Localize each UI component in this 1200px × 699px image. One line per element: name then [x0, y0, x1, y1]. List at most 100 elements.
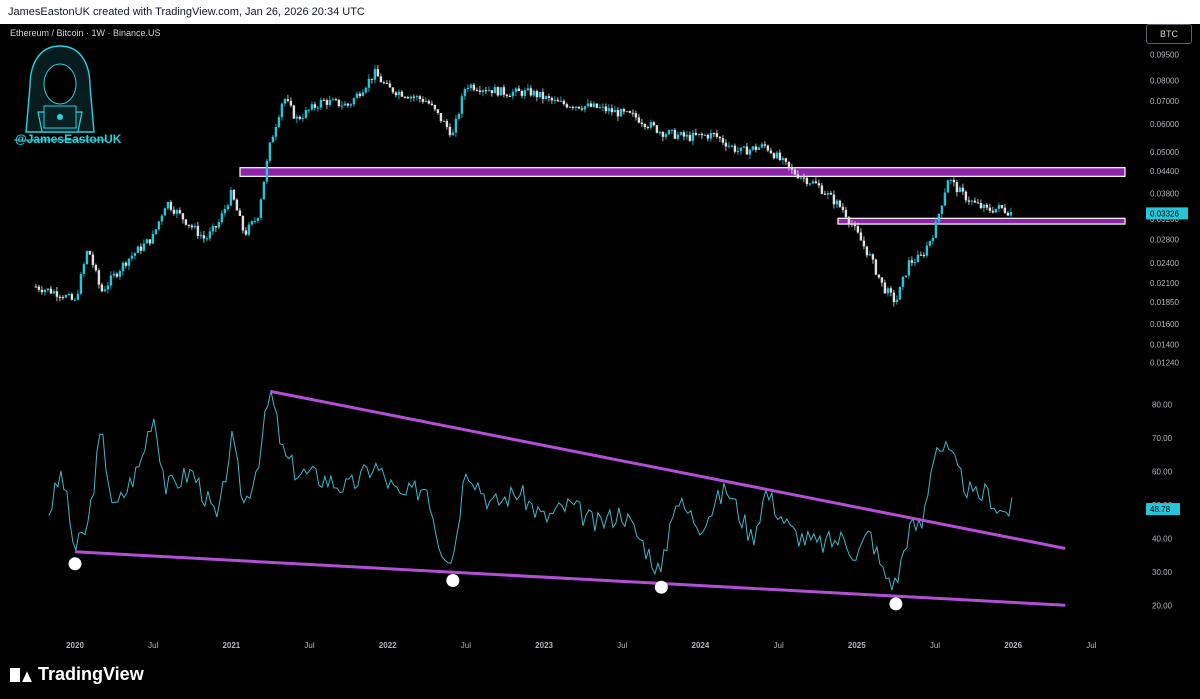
candle-body: [928, 240, 932, 246]
candle-body: [136, 246, 140, 254]
candle-body: [709, 133, 713, 139]
candle-body: [97, 270, 101, 285]
resistance-zone: [837, 217, 1126, 225]
candle-body: [415, 96, 419, 98]
candle-body: [568, 106, 572, 108]
candle-body: [982, 204, 986, 209]
candle-body: [841, 206, 845, 210]
candle-body: [64, 295, 68, 298]
time-axis-label: 2021: [222, 641, 240, 650]
candle-body: [403, 96, 407, 98]
candle-body: [565, 104, 569, 108]
candle-body: [967, 200, 971, 202]
candle-body: [445, 120, 449, 127]
candle-body: [817, 183, 821, 186]
candle-body: [457, 113, 461, 119]
candle-body: [499, 87, 503, 96]
candle-body: [469, 84, 473, 88]
candle-body: [118, 271, 122, 277]
candle-body: [61, 297, 65, 299]
time-axis-label: Jul: [930, 641, 940, 650]
candle-body: [406, 97, 410, 99]
rsi-trendline: [270, 389, 1066, 550]
candle-body: [337, 99, 341, 106]
candle-body: [523, 90, 527, 96]
candle-body: [595, 103, 599, 108]
candle-body: [922, 254, 926, 256]
candle-body: [463, 89, 467, 97]
candle-body: [640, 122, 644, 125]
candle-body: [955, 182, 959, 193]
candle-body: [697, 133, 701, 135]
rsi-tick-label: 80.00: [1152, 401, 1173, 410]
candle-body: [1009, 212, 1013, 216]
rsi-low-marker: [446, 574, 460, 588]
tradingview-logo: TradingView: [10, 664, 144, 685]
candle-body: [985, 204, 989, 208]
candle-body: [784, 158, 788, 162]
candle-body: [67, 294, 71, 296]
price-tick-label: 0.08000: [1150, 77, 1179, 86]
price-tick-label: 0.02100: [1150, 279, 1179, 288]
candle-body: [535, 90, 539, 98]
candle-body: [424, 100, 428, 102]
candle-body: [151, 234, 155, 244]
price-tick-label: 0.05000: [1150, 148, 1179, 157]
candle-body: [655, 125, 659, 133]
candle-body: [775, 152, 779, 159]
price-tick-label: 0.04400: [1150, 167, 1179, 176]
candle-body: [562, 100, 566, 105]
candle-body: [409, 96, 413, 99]
candle-body: [460, 96, 464, 114]
candle-body: [250, 221, 254, 225]
candle-body: [382, 82, 386, 84]
candle-body: [373, 69, 377, 80]
candle-body: [748, 149, 752, 155]
candle-body: [757, 147, 761, 150]
candle-body: [283, 99, 287, 104]
candle-body: [754, 146, 758, 150]
candle-body: [559, 100, 563, 102]
candle-body: [520, 90, 524, 96]
candle-body: [235, 199, 239, 211]
candle-body: [163, 208, 167, 216]
candle-body: [88, 251, 92, 255]
price-tick-label: 0.01850: [1150, 298, 1179, 307]
candle-body: [319, 99, 323, 108]
candle-body: [139, 246, 143, 251]
candle-body: [211, 226, 215, 232]
candle-body: [196, 225, 200, 236]
candle-body: [127, 258, 131, 266]
candle-body: [901, 276, 905, 287]
candle-body: [130, 255, 134, 259]
candle-body: [343, 103, 347, 106]
candle-body: [694, 132, 698, 135]
time-axis-label: 2025: [848, 641, 866, 650]
candle-body: [442, 120, 446, 122]
candle-body: [52, 291, 56, 294]
candle-body: [592, 103, 596, 107]
candle-body: [370, 78, 374, 80]
candle-body: [814, 181, 818, 184]
price-tick-label: 0.01600: [1150, 320, 1179, 329]
candle-body: [988, 207, 992, 211]
candle-body: [724, 142, 728, 147]
candle-body: [550, 97, 554, 101]
candle-body: [268, 142, 272, 161]
candle-body: [115, 273, 119, 277]
candle-body: [994, 208, 998, 213]
candle-body: [490, 90, 494, 94]
time-axis-label: Jul: [1086, 641, 1096, 650]
candle-body: [334, 99, 338, 101]
candle-body: [760, 144, 764, 148]
candle-body: [796, 174, 800, 179]
price-tick-label: 0.02400: [1150, 259, 1179, 268]
candle-body: [79, 274, 83, 294]
price-tick-label: 0.09500: [1150, 51, 1179, 60]
candle-body: [241, 215, 245, 231]
candle-body: [589, 103, 593, 107]
candle-body: [214, 226, 218, 228]
candle-body: [280, 103, 284, 118]
candle-body: [787, 161, 791, 167]
candle-body: [889, 288, 893, 293]
